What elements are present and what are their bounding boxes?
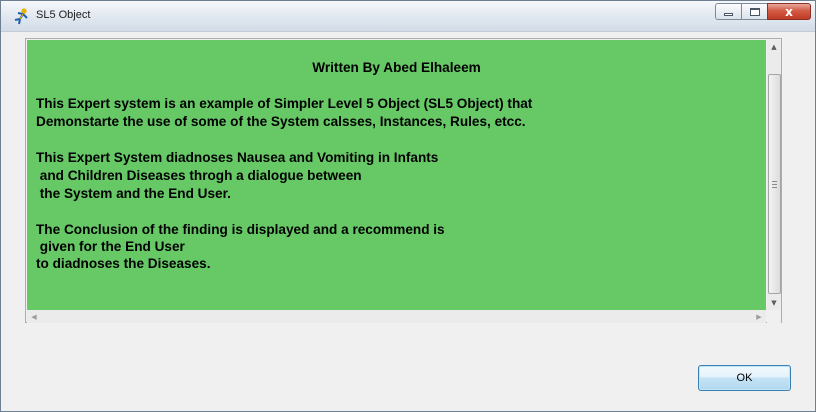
minimize-button[interactable]	[715, 3, 741, 20]
description-line: The Conclusion of the finding is display…	[36, 222, 445, 237]
description-line: and Children Diseases throgh a dialogue …	[36, 168, 362, 183]
yellow-stickman-icon	[14, 8, 28, 25]
author-heading: Written By Abed Elhaleem	[312, 60, 481, 75]
ok-button[interactable]: OK	[698, 365, 791, 391]
scroll-down-icon[interactable]: ▼	[767, 296, 781, 310]
close-icon: x	[785, 4, 793, 19]
description-line: the System and the End User.	[36, 186, 231, 201]
description-text-area[interactable]: Written By Abed Elhaleem This Expert sys…	[27, 40, 766, 310]
description-line: This Expert system is an example of Simp…	[36, 96, 533, 111]
window-title: SL5 Object	[36, 9, 91, 21]
scroll-left-icon[interactable]: ◀	[27, 310, 41, 323]
scroll-up-icon[interactable]: ▲	[767, 40, 781, 54]
maximize-button[interactable]	[741, 3, 767, 20]
description-textarea[interactable]: Written By Abed Elhaleem This Expert sys…	[25, 38, 782, 323]
grip-icon	[772, 180, 777, 188]
vertical-scrollbar[interactable]: ▲ ▼	[767, 40, 781, 310]
vertical-scroll-thumb[interactable]	[768, 74, 781, 294]
caption-buttons: x	[715, 3, 811, 20]
scrollbar-corner	[767, 310, 781, 323]
title-bar[interactable]: SL5 Object x	[1, 1, 815, 32]
dialog-window: SL5 Object x Written By Abed Elhaleem Th…	[0, 0, 816, 412]
minimize-icon	[724, 13, 733, 16]
horizontal-scrollbar[interactable]: ◀ ▶	[27, 310, 766, 323]
description-line: given for the End User	[36, 239, 185, 254]
maximize-icon	[749, 7, 760, 16]
scroll-right-icon[interactable]: ▶	[752, 310, 766, 323]
description-line: to diadnoses the Diseases.	[36, 256, 211, 271]
description-line: This Expert System diadnoses Nausea and …	[36, 150, 439, 165]
close-button[interactable]: x	[767, 3, 811, 20]
description-line: Demonstarte the use of some of the Syste…	[36, 114, 526, 129]
